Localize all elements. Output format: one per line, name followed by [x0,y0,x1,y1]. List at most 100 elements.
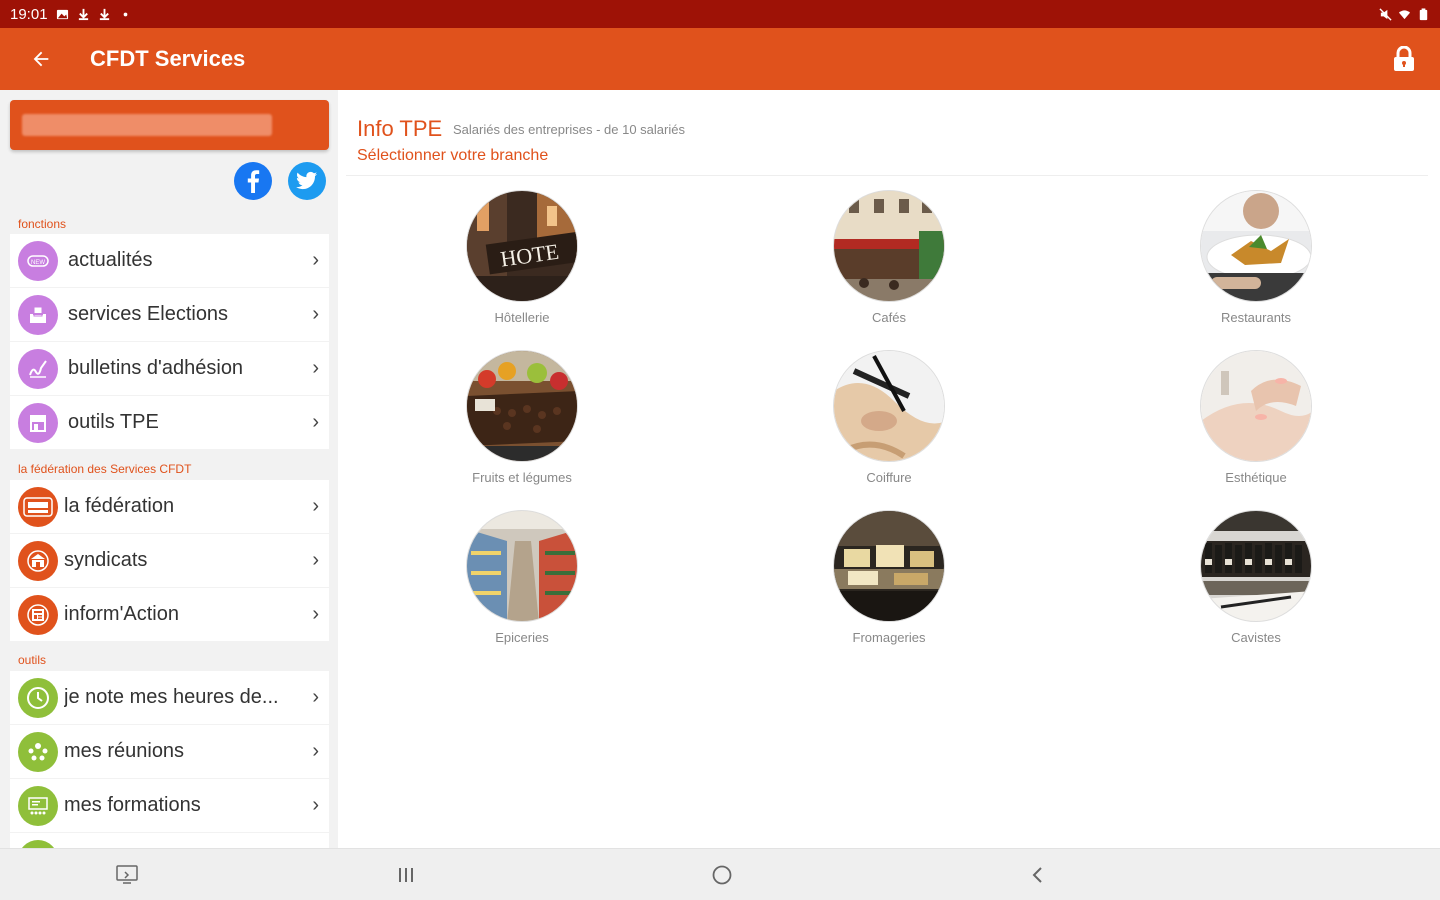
app-bar: CFDT Services [0,28,1440,90]
screenshot-button[interactable] [107,859,147,891]
main-content: Info TPE Salariés des entreprises - de 1… [338,90,1440,848]
section-label-federation: la fédération des Services CFDT [18,462,192,476]
newspaper-icon [18,594,58,635]
menu-label: outils TPE [68,411,159,433]
building-icon [18,540,58,581]
mute-icon [1379,7,1392,21]
menu-label: je note mes heures de... [64,686,279,708]
people-icon [18,731,58,772]
branch-tile-restaurants[interactable]: Restaurants [1156,190,1356,325]
system-nav-bar [0,848,1440,900]
branch-grid: HOTE Hôtellerie Cafés Restaurants Fruits… [338,182,1440,848]
twitter-icon [296,171,318,190]
branch-tile-cavistes[interactable]: Cavistes [1156,510,1356,645]
menu-item-services-elections[interactable]: services Elections › [10,288,329,342]
cafe-photo [833,190,945,302]
branch-label: Coiffure [866,470,912,485]
menu-item-heures[interactable]: je note mes heures de... › [10,671,329,725]
info-card: Info TPE Salariés des entreprises - de 1… [346,98,1428,176]
recent-apps-button[interactable] [386,859,426,891]
home-circle-icon [712,865,732,885]
download-icon [78,8,88,20]
recent-apps-icon [399,868,413,882]
svg-text:NEW: NEW [31,260,45,266]
branch-label: Hôtellerie [494,310,550,325]
facebook-button[interactable] [234,162,272,200]
news-icon: NEW [18,240,58,281]
branch-tile-hotellerie[interactable]: HOTE Hôtellerie [422,190,622,325]
menu-item-reunions[interactable]: mes réunions › [10,725,329,779]
menu-group-outils: je note mes heures de... › mes réunions … [10,671,329,848]
menu-item-actualites[interactable]: NEW actualités › [10,234,329,288]
branch-tile-epiceries[interactable]: Epiceries [422,510,622,645]
download-icon-2 [99,8,109,20]
branch-tile-esthetique[interactable]: Esthétique [1156,350,1356,485]
branch-label: Fromageries [852,630,926,645]
ballot-icon [18,294,58,335]
menu-item-more[interactable] [10,833,329,848]
chevron-right-icon: › [312,603,319,625]
nails-photo [1200,350,1312,462]
cheese-photo [833,510,945,622]
section-label-outils: outils [18,653,47,667]
chevron-right-icon: › [312,303,319,325]
cfdt-logo-icon [18,486,58,527]
wine-photo [1200,510,1312,622]
twitter-button[interactable] [288,162,326,200]
shop-icon [18,402,58,443]
fruits-photo [466,350,578,462]
back-button[interactable] [0,28,82,90]
restaurant-photo [1200,190,1312,302]
signature-icon [18,348,58,389]
page-title: Info TPE [357,116,443,141]
chevron-right-icon: › [312,549,319,571]
menu-label: mes réunions [64,740,185,762]
branch-tile-fruits[interactable]: Fruits et légumes [422,350,622,485]
image-notification-icon [56,9,68,19]
branch-label: Cafés [872,310,906,325]
clock-icon [18,677,58,718]
home-button[interactable] [702,859,742,891]
menu-label: mes formations [64,794,201,816]
menu-group-fonctions: NEW actualités › services Elections › bu… [10,234,329,450]
branch-tile-fromageries[interactable]: Fromageries [789,510,989,645]
menu-item-bulletins[interactable]: bulletins d'adhésion › [10,342,329,396]
chevron-left-icon [1032,867,1042,883]
branch-tile-cafes[interactable]: Cafés [789,190,989,325]
select-branch-link[interactable]: Sélectionner votre branche [357,147,548,165]
status-time: 19:01 [10,5,48,23]
branch-label: Epiceries [495,630,549,645]
battery-icon [1419,7,1428,20]
chevron-right-icon: › [312,686,319,708]
menu-item-syndicats[interactable]: syndicats › [10,534,329,588]
training-icon [18,785,58,826]
chevron-right-icon: › [312,249,319,271]
chevron-right-icon: › [312,740,319,762]
branch-label: Fruits et légumes [472,470,572,485]
page-subtitle: Salariés des entreprises - de 10 salarié… [453,122,685,137]
menu-group-federation: la fédération › syndicats › inform'Actio… [10,480,329,642]
menu-label: bulletins d'adhésion [68,357,244,379]
menu-label: services Elections [68,303,229,325]
menu-item-outils-tpe[interactable]: outils TPE › [10,396,329,450]
branch-label: Esthétique [1225,470,1287,485]
menu-item-la-federation[interactable]: la fédération › [10,480,329,534]
menu-item-formations[interactable]: mes formations › [10,779,329,833]
menu-label: inform'Action [64,603,179,625]
chevron-right-icon: › [312,495,319,517]
wifi-icon [1398,9,1411,19]
system-back-button[interactable] [1018,859,1058,891]
chevron-right-icon: › [312,794,319,816]
facebook-icon [247,170,260,193]
menu-item-informaction[interactable]: inform'Action › [10,588,329,642]
arrow-left-icon [33,51,49,67]
lock-button[interactable] [1368,28,1440,90]
user-name-redacted [22,114,272,136]
branch-tile-coiffure[interactable]: Coiffure [789,350,989,485]
screenshot-icon [116,865,138,884]
lock-icon [1394,46,1414,71]
branch-label: Restaurants [1220,310,1292,325]
user-banner[interactable] [10,100,329,150]
chevron-right-icon: › [312,357,319,379]
menu-label: la fédération [64,495,175,517]
